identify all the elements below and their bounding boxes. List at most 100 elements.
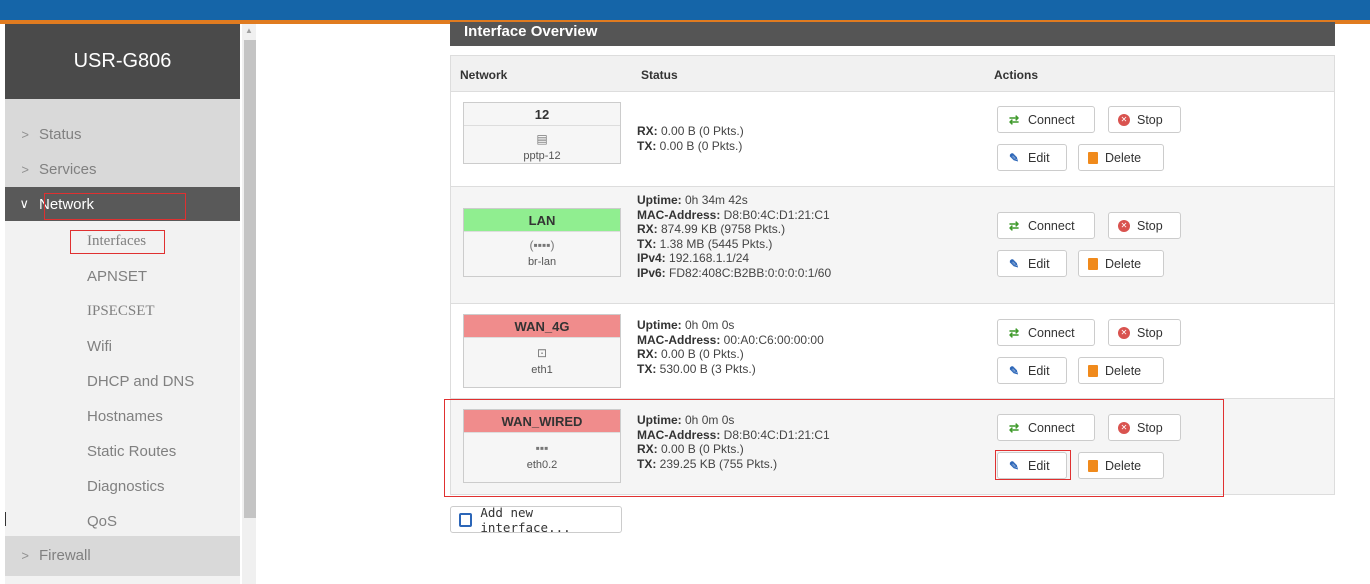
chevron-right-icon: >: [21, 161, 29, 177]
status-value: 1.38 MB (5445 Pkts.): [656, 236, 773, 251]
connect-button[interactable]: ⇄ Connect: [997, 106, 1095, 133]
status-value: 0.00 B (0 Pkts.): [657, 124, 744, 138]
button-label: Stop: [1137, 218, 1163, 233]
edit-icon: ✎: [1008, 150, 1020, 165]
sidebar-item-label: Firewall: [39, 546, 91, 564]
status-label: TX:: [637, 138, 657, 153]
network-name: WAN_4G: [464, 315, 620, 338]
network-name: 12: [464, 103, 620, 126]
connect-button[interactable]: ⇄ Connect: [997, 212, 1095, 239]
sidebar-subitem-qos[interactable]: QoS: [5, 504, 240, 538]
stop-button[interactable]: ✕ Stop: [1108, 106, 1181, 133]
chevron-right-icon: >: [21, 547, 29, 563]
highlight-box-network: [44, 193, 186, 220]
sidebar: USR-G806 > Status > Services ∨ Network I…: [5, 24, 240, 584]
status-value: 0h 34m 42s: [681, 193, 748, 207]
sidebar-item-status[interactable]: > Status: [5, 117, 240, 151]
network-badge: 12 ▤ pptp-12: [463, 102, 621, 164]
sidebar-subitem-static-routes[interactable]: Static Routes: [5, 434, 240, 468]
interface-status: Uptime: 0h 34m 42s MAC-Address: D8:B0:4C…: [637, 193, 831, 280]
button-label: Connect: [1028, 325, 1075, 340]
button-label: Edit: [1028, 256, 1050, 271]
chevron-right-icon: >: [21, 126, 29, 142]
sidebar-item-label: Services: [39, 160, 97, 178]
status-label: Uptime:: [637, 193, 682, 207]
status-value: 874.99 KB (9758 Pkts.): [657, 222, 786, 236]
table-row: LAN (▪▪▪▪) br-lan Uptime: 0h 34m 42s MAC…: [451, 187, 1334, 304]
sidebar-item-services[interactable]: > Services: [5, 152, 240, 186]
stop-icon: ✕: [1118, 219, 1130, 232]
sidebar-scrollbar-thumb[interactable]: [244, 40, 256, 518]
highlight-box-interfaces: [70, 230, 165, 254]
device-name: eth1: [531, 364, 553, 376]
network-name: LAN: [464, 209, 620, 232]
sidebar-subitem-dhcp-dns[interactable]: DHCP and DNS: [5, 364, 240, 398]
column-header-status: Status: [641, 68, 678, 82]
edit-button[interactable]: ✎ Edit: [997, 144, 1067, 171]
status-label: TX:: [637, 236, 657, 251]
brand-title: USR-G806: [5, 24, 240, 99]
table-row: WAN_4G ⊡ eth1 Uptime: 0h 0m 0s MAC-Addre…: [451, 304, 1334, 399]
connect-icon: ⇄: [1008, 325, 1020, 340]
trash-icon: [1088, 151, 1098, 164]
button-label: Stop: [1137, 112, 1163, 127]
status-label: RX:: [637, 222, 658, 236]
stop-button[interactable]: ✕ Stop: [1108, 212, 1181, 239]
section-title: Interface Overview: [450, 22, 1335, 46]
connect-icon: ⇄: [1008, 218, 1020, 233]
delete-button[interactable]: Delete: [1078, 250, 1164, 277]
sidebar-item-firewall[interactable]: > Firewall: [5, 538, 240, 572]
status-value: FD82:408C:B2BB:0:0:0:0:1/60: [665, 265, 832, 280]
top-banner: [0, 0, 1370, 22]
status-label: IPv6:: [637, 265, 666, 280]
sidebar-subitem-diagnostics[interactable]: Diagnostics: [5, 469, 240, 503]
button-label: Delete: [1105, 363, 1142, 378]
interface-status: RX: 0.00 B (0 Pkts.) TX: 0.00 B (0 Pkts.…: [637, 124, 744, 153]
connect-icon: ⇄: [1008, 112, 1020, 127]
trash-icon: [1088, 364, 1098, 377]
add-interface-button[interactable]: Add new interface...: [450, 505, 622, 535]
status-label: MAC-Address:: [637, 207, 721, 222]
edit-button[interactable]: ✎ Edit: [997, 357, 1067, 384]
highlight-box-edit-button: [995, 450, 1071, 480]
column-header-network: Network: [460, 68, 508, 82]
edit-icon: ✎: [1008, 363, 1020, 378]
status-value: D8:B0:4C:D1:21:C1: [720, 207, 830, 222]
sidebar-subitem-wifi[interactable]: Wifi: [5, 329, 240, 363]
delete-button[interactable]: Delete: [1078, 144, 1164, 171]
status-value: 0.00 B (0 Pkts.): [657, 347, 744, 361]
connect-button[interactable]: ⇄ Connect: [997, 319, 1095, 346]
sidebar-subitem-apnset[interactable]: APNSET: [5, 259, 240, 293]
bridge-icon: (▪▪▪▪): [529, 238, 555, 252]
status-label: IPv4:: [637, 251, 666, 265]
sidebar-subitem-ipsecset[interactable]: IPSECSET: [5, 294, 240, 328]
stop-button[interactable]: ✕ Stop: [1108, 319, 1181, 346]
device-name: pptp-12: [523, 150, 561, 162]
chevron-down-icon: ∨: [19, 196, 29, 211]
status-value: 192.168.1.1/24: [665, 251, 750, 265]
network-badge: LAN (▪▪▪▪) br-lan: [463, 208, 621, 277]
status-label: Uptime:: [637, 318, 682, 332]
table-header: Network Status Actions: [451, 56, 1334, 92]
status-label: TX:: [637, 361, 657, 376]
status-label: RX:: [637, 347, 658, 361]
delete-button[interactable]: Delete: [1078, 357, 1164, 384]
scroll-up-arrow-icon[interactable]: ▲: [242, 26, 256, 38]
status-value: 0.00 B (0 Pkts.): [656, 138, 743, 153]
status-value: 530.00 B (3 Pkts.): [656, 361, 756, 376]
status-label: RX:: [637, 124, 658, 138]
button-label: Edit: [1028, 150, 1050, 165]
network-badge: WAN_4G ⊡ eth1: [463, 314, 621, 388]
status-value: 0h 0m 0s: [681, 318, 735, 332]
table-row: 12 ▤ pptp-12 RX: 0.00 B (0 Pkts.) TX: 0.…: [451, 92, 1334, 187]
sidebar-item-label: Status: [39, 125, 82, 143]
trash-icon: [1088, 257, 1098, 270]
button-label: Delete: [1105, 150, 1142, 165]
text-cursor: [5, 512, 6, 526]
sidebar-subitem-hostnames[interactable]: Hostnames: [5, 399, 240, 433]
button-label: Delete: [1105, 256, 1142, 271]
highlight-box-wan-wired-row: [444, 399, 1224, 497]
interface-status: Uptime: 0h 0m 0s MAC-Address: 00:A0:C6:0…: [637, 318, 824, 376]
stop-icon: ✕: [1118, 326, 1130, 339]
edit-button[interactable]: ✎ Edit: [997, 250, 1067, 277]
